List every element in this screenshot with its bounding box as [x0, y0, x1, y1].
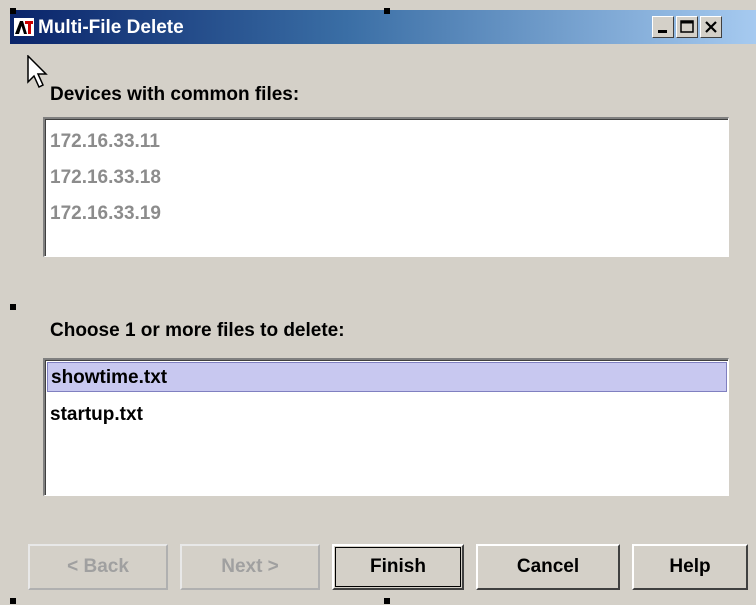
minimize-button[interactable]	[652, 16, 674, 38]
close-button[interactable]	[700, 16, 722, 38]
files-label: Choose 1 or more files to delete:	[50, 320, 345, 341]
title-bar[interactable]: Multi-File Delete	[10, 10, 756, 44]
back-button[interactable]: < Back	[28, 544, 168, 590]
close-icon	[705, 21, 717, 33]
device-item: 172.16.33.11	[50, 131, 160, 152]
cancel-button[interactable]: Cancel	[476, 544, 620, 590]
device-item: 172.16.33.18	[50, 167, 161, 188]
window-title: Multi-File Delete	[38, 17, 184, 38]
resize-handle-top-left	[10, 8, 16, 14]
resize-handle-bottom	[384, 598, 390, 604]
maximize-icon	[680, 20, 694, 33]
help-button[interactable]: Help	[632, 544, 748, 590]
finish-button[interactable]: Finish	[332, 544, 464, 590]
file-item[interactable]: startup.txt	[47, 400, 143, 430]
maximize-button[interactable]	[676, 16, 698, 38]
app-logo-icon	[14, 18, 34, 36]
mouse-cursor-icon	[27, 55, 48, 89]
devices-label: Devices with common files:	[50, 84, 300, 105]
file-item-selected[interactable]: showtime.txt	[47, 362, 727, 392]
resize-handle-top	[384, 8, 390, 14]
resize-handle-left	[10, 304, 16, 310]
files-list[interactable]: showtime.txt startup.txt	[43, 358, 729, 496]
devices-list: 172.16.33.11 172.16.33.18 172.16.33.19	[43, 117, 729, 257]
minimize-icon	[658, 30, 667, 33]
device-item: 172.16.33.19	[50, 203, 161, 224]
multi-file-delete-dialog: Multi-File Delete Devices with common fi…	[0, 0, 756, 605]
resize-handle-bottom-left	[10, 598, 16, 604]
next-button[interactable]: Next >	[180, 544, 320, 590]
